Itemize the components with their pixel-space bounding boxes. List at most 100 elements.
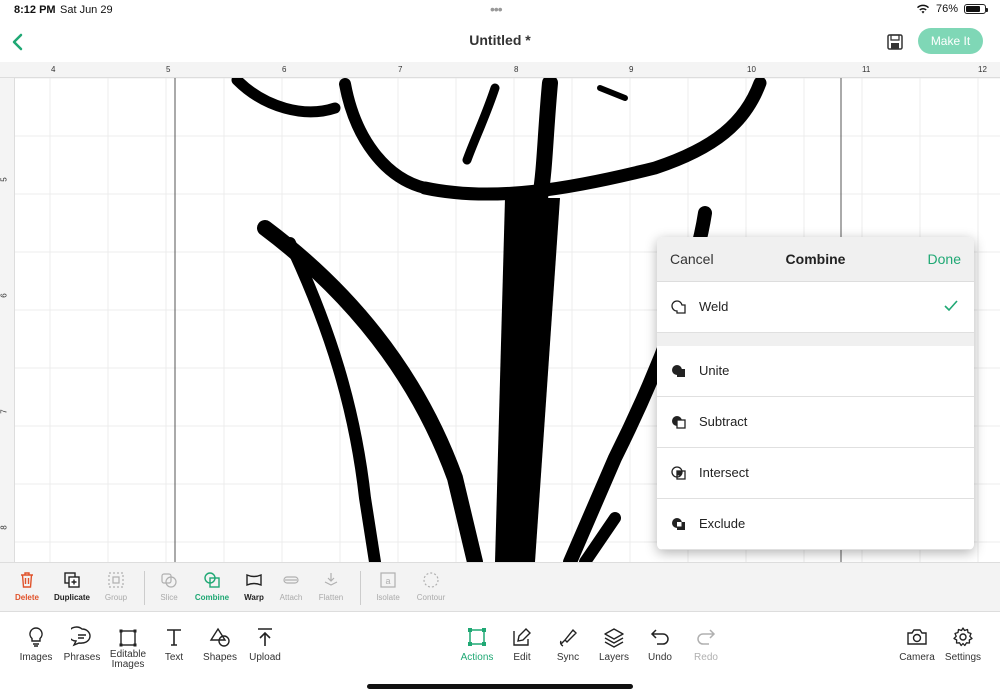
- combine-button[interactable]: Combine: [190, 571, 234, 602]
- text-label: Text: [164, 652, 184, 663]
- intersect-icon: [671, 466, 686, 480]
- combine-option-subtract[interactable]: Subtract: [657, 397, 974, 448]
- combine-label: Combine: [194, 593, 230, 602]
- status-indicators: 76%: [916, 3, 988, 15]
- text-icon: [167, 629, 181, 646]
- ruler-top-label: 7: [398, 65, 403, 74]
- option-label: Subtract: [699, 414, 748, 429]
- combine-popover: Cancel Combine Done Weld Unite Subtract …: [657, 237, 974, 550]
- document-title: Untitled *: [469, 32, 531, 48]
- settings-label: Settings: [944, 652, 982, 663]
- editable-images-icon: [119, 629, 137, 647]
- attach-label: Attach: [279, 593, 303, 602]
- edit-label: Edit: [513, 652, 531, 663]
- ruler-left-label: 7: [0, 409, 9, 414]
- exclude-icon: [672, 518, 685, 530]
- weld-icon: [671, 300, 686, 314]
- done-button[interactable]: Done: [928, 251, 961, 267]
- ruler-top-label: 4: [51, 65, 56, 74]
- camera-label: Camera: [899, 652, 935, 663]
- undo-label: Undo: [648, 652, 672, 663]
- upload-label: Upload: [249, 652, 281, 663]
- ruler-top-label: 8: [514, 65, 519, 74]
- sync-label: Sync: [556, 652, 580, 663]
- undo-icon: [650, 629, 669, 645]
- combine-option-intersect[interactable]: Intersect: [657, 448, 974, 499]
- contour-button[interactable]: Contour: [409, 571, 453, 602]
- flatten-label: Flatten: [318, 593, 344, 602]
- toolbar-divider: [144, 571, 145, 605]
- option-separator: [657, 333, 974, 346]
- option-label: Intersect: [699, 465, 749, 480]
- trash-icon: [21, 572, 33, 588]
- battery-fill: [966, 6, 980, 12]
- undo-button[interactable]: Undo: [635, 626, 685, 663]
- editable-images-label: Editable Images: [109, 649, 147, 670]
- contour-icon: [423, 572, 439, 588]
- redo-label: Redo: [694, 652, 718, 663]
- delete-button[interactable]: Delete: [5, 571, 49, 602]
- attach-button[interactable]: Attach: [269, 571, 313, 602]
- images-button[interactable]: Images: [11, 626, 61, 663]
- speech-bubble-icon: [71, 626, 91, 647]
- shapes-label: Shapes: [203, 652, 237, 663]
- sync-icon: [559, 628, 577, 647]
- multitasking-dots-icon[interactable]: •••: [490, 1, 503, 17]
- combine-option-exclude[interactable]: Exclude: [657, 499, 974, 550]
- ruler-top-label: 11: [862, 65, 871, 74]
- shapes-button[interactable]: Shapes: [195, 626, 245, 663]
- ruler-top: 4 5 6 7 8 9 10 11 12: [0, 62, 1000, 78]
- slice-button[interactable]: Slice: [147, 571, 191, 602]
- upload-button[interactable]: Upload: [240, 626, 290, 663]
- option-label: Unite: [699, 363, 730, 378]
- save-icon[interactable]: [886, 33, 904, 51]
- cancel-button[interactable]: Cancel: [670, 251, 714, 267]
- slice-icon: [161, 573, 177, 588]
- layers-label: Layers: [598, 652, 629, 663]
- home-indicator[interactable]: [367, 684, 633, 689]
- sync-button[interactable]: Sync: [543, 626, 593, 663]
- status-date: Sat Jun 29: [60, 4, 113, 16]
- attach-icon: [283, 576, 299, 584]
- phrases-button[interactable]: Phrases: [57, 626, 107, 663]
- shapes-icon: [209, 627, 230, 647]
- subtract-icon: [672, 416, 686, 429]
- status-time: 8:12 PM: [14, 4, 56, 16]
- delete-label: Delete: [14, 593, 39, 602]
- edit-button[interactable]: Edit: [497, 626, 547, 663]
- unite-icon: [672, 365, 685, 377]
- camera-button[interactable]: Camera: [892, 626, 942, 663]
- combine-option-weld[interactable]: Weld: [657, 282, 974, 333]
- layers-button[interactable]: Layers: [589, 626, 639, 663]
- isolate-button[interactable]: a Isolate: [366, 571, 410, 602]
- back-chevron-icon[interactable]: [10, 32, 26, 52]
- redo-icon: [697, 629, 716, 645]
- ruler-top-label: 10: [747, 65, 756, 74]
- ruler-left-label: 6: [0, 293, 9, 298]
- group-button[interactable]: Group: [94, 571, 138, 602]
- ruler-top-label: 5: [166, 65, 171, 74]
- contour-label: Contour: [416, 593, 446, 602]
- duplicate-label: Duplicate: [53, 593, 90, 602]
- actions-button[interactable]: Actions: [452, 626, 502, 663]
- group-icon: [108, 572, 124, 588]
- main-toolbar: Images Phrases Editable Images Text Shap…: [0, 612, 1000, 695]
- duplicate-icon: [64, 572, 80, 588]
- edit-toolbar: Delete Duplicate Group Slice Combine War…: [0, 562, 1000, 612]
- text-button[interactable]: Text: [149, 626, 199, 663]
- settings-button[interactable]: Settings: [938, 626, 988, 663]
- svg-text:a: a: [385, 576, 390, 586]
- make-it-button[interactable]: Make It: [918, 28, 983, 54]
- ruler-left: 5 6 7 8: [0, 78, 15, 562]
- flatten-button[interactable]: Flatten: [309, 571, 353, 602]
- group-label: Group: [104, 593, 128, 602]
- combine-option-unite[interactable]: Unite: [657, 346, 974, 397]
- ruler-top-label: 6: [282, 65, 287, 74]
- isolate-icon: a: [380, 572, 396, 588]
- editable-images-button[interactable]: Editable Images: [103, 626, 153, 670]
- duplicate-button[interactable]: Duplicate: [50, 571, 94, 602]
- redo-button[interactable]: Redo: [681, 626, 731, 663]
- status-bar: 8:12 PM Sat Jun 29 ••• 76%: [0, 0, 1000, 22]
- flower-stem: [495, 198, 560, 562]
- ruler-left-label: 5: [0, 177, 9, 182]
